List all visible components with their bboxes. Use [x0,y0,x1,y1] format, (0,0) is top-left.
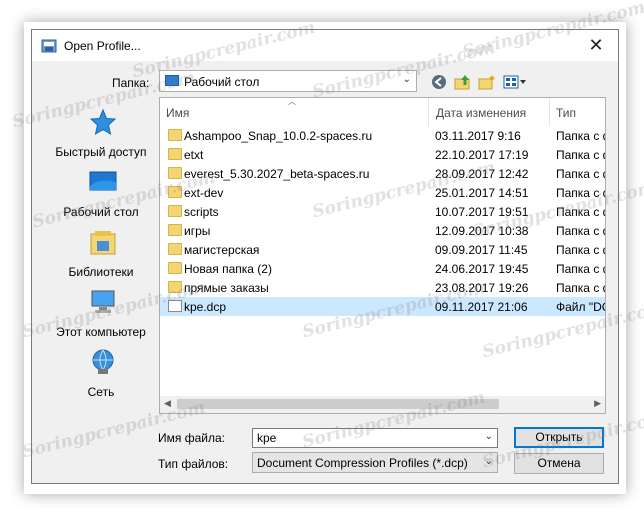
file-row[interactable]: ext-dev 25.01.2017 14:51 Папка с ф [160,183,605,202]
libraries-icon [90,231,116,255]
network-icon [92,349,114,374]
scroll-left-icon[interactable]: ◀ [164,398,171,409]
file-row[interactable]: магистерская 09.09.2017 11:45 Папка с ф [160,240,605,259]
window-title: Open Profile... [64,39,141,53]
open-button[interactable]: Открыть [514,427,604,448]
place-quick-access[interactable]: Быстрый доступ [44,108,158,162]
folder-icon [168,205,182,217]
title-bar: Open Profile... ✕ [32,30,618,61]
up-folder-button[interactable] [454,74,472,90]
up-folder-icon [454,75,470,90]
close-button[interactable]: ✕ [574,30,618,61]
folder-icon [168,167,182,179]
column-date[interactable]: Дата изменения [436,104,526,122]
folder-icon [168,281,182,293]
file-row-selected[interactable]: kpe.dcp 09.11.2017 21:06 Файл "DC [160,297,605,316]
file-row[interactable]: прямые заказы 23.08.2017 19:26 Папка с ф [160,278,605,297]
folder-icon [168,129,182,141]
desktop-icon [89,171,117,191]
place-this-computer[interactable]: Этот компьютер [44,288,158,342]
filename-input[interactable]: kpe ⌄ [252,428,498,448]
document-icon [168,300,182,312]
filename-value: kpe [257,431,277,445]
open-profile-dialog: Open Profile... ✕ Папка: Рабочий стол ⌄ [31,29,619,484]
view-grid-icon [503,75,526,89]
cancel-button[interactable]: Отмена [514,453,604,474]
desktop-icon [165,75,179,86]
look-in-dropdown[interactable]: Рабочий стол ⌄ [159,70,417,92]
place-label: Этот компьютер [56,325,146,339]
place-network[interactable]: Сеть [44,348,158,402]
filetype-value: Document Compression Profiles (*.dcp) [257,456,468,470]
view-menu-button[interactable] [502,74,528,90]
scrollbar-thumb[interactable] [177,399,499,409]
chevron-down-icon: ⌄ [484,456,493,467]
file-row[interactable]: scripts 10.07.2017 19:51 Папка с ф [160,202,605,221]
back-button[interactable] [430,74,448,90]
filetype-label: Тип файлов: [158,457,229,471]
look-in-label: Папка: [112,76,150,90]
file-list[interactable]: ︿ Имя Дата изменения Тип Ashampoo_Snap_1… [159,97,606,414]
place-desktop[interactable]: Рабочий стол [44,168,158,222]
folder-icon [168,243,182,255]
folder-icon [168,148,182,160]
folder-icon [168,262,182,274]
new-folder-button[interactable] [478,74,496,90]
column-header: ︿ Имя Дата изменения Тип [160,98,605,126]
column-type[interactable]: Тип [556,104,576,122]
new-folder-icon [478,75,495,90]
app-icon [41,39,57,53]
place-libraries[interactable]: Библиотеки [44,228,158,282]
sort-up-icon: ︿ [288,97,296,106]
look-in-value: Рабочий стол [184,75,260,89]
column-name[interactable]: Имя [166,104,189,122]
horizontal-scrollbar[interactable]: ◀ ▶ [160,396,605,413]
computer-icon [91,290,115,313]
scroll-right-icon[interactable]: ▶ [594,398,601,409]
file-row[interactable]: everest_5.30.2027_beta-spaces.ru 28.09.2… [160,164,605,183]
star-icon [89,108,117,136]
file-row[interactable]: Новая папка (2) 24.06.2017 19:45 Папка с… [160,259,605,278]
chevron-down-icon[interactable]: ⌄ [485,431,493,442]
places-bar: Быстрый доступ Рабочий стол Библиотеки Э… [44,102,158,402]
filetype-dropdown[interactable]: Document Compression Profiles (*.dcp) ⌄ [252,452,498,473]
place-label: Библиотеки [68,265,134,279]
back-arrow-icon [432,75,446,89]
chevron-down-icon: ⌄ [402,74,411,85]
folder-icon [168,186,182,198]
place-label: Рабочий стол [63,205,139,219]
file-row[interactable]: Ashampoo_Snap_10.0.2-spaces.ru 03.11.201… [160,126,605,145]
place-label: Быстрый доступ [55,145,147,159]
file-row[interactable]: etxt 22.10.2017 17:19 Папка с ф [160,145,605,164]
filename-label: Имя файла: [158,431,225,445]
folder-icon [168,224,182,236]
place-label: Сеть [87,385,115,399]
file-row[interactable]: игры 12.09.2017 10:38 Папка с ф [160,221,605,240]
